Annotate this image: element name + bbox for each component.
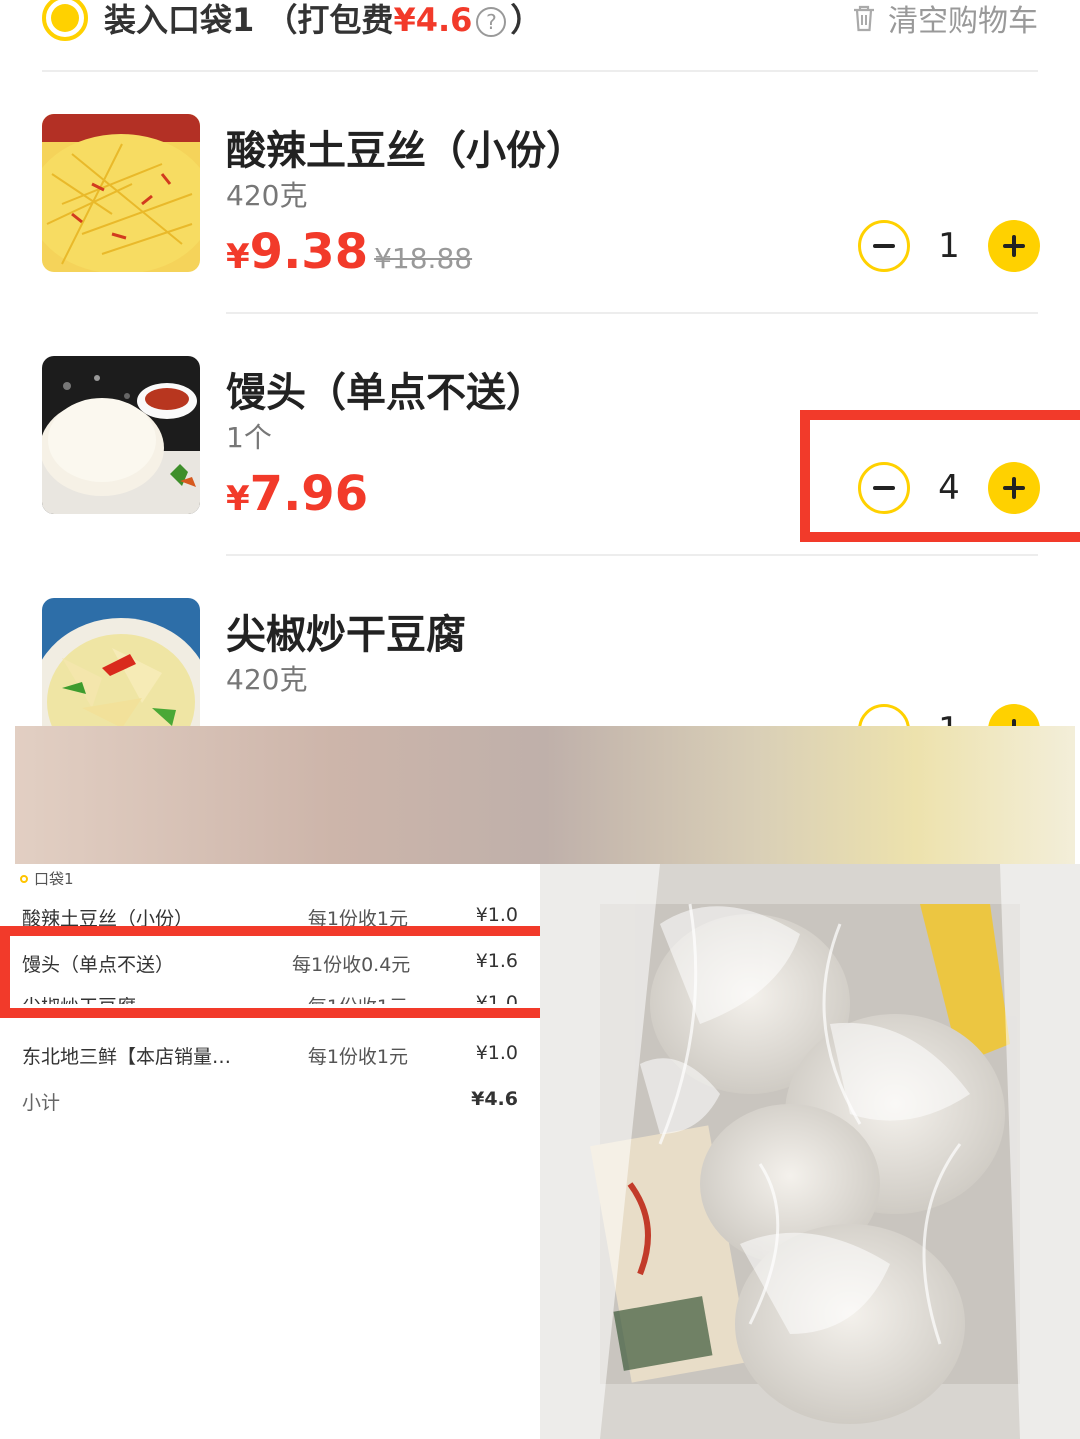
- blurred-region: [15, 726, 1075, 864]
- receipt-bag-name: 口袋1: [34, 870, 74, 888]
- bag-photo: [540, 864, 1080, 1439]
- receipt-row: 东北地三鲜【本店销量… 每1份收1元 ¥1.0: [22, 1042, 518, 1072]
- minus-icon[interactable]: [858, 220, 910, 272]
- divider: [226, 554, 1038, 556]
- item-name: 尖椒炒干豆腐: [226, 612, 466, 658]
- item-original-price: ¥18.88: [374, 242, 473, 275]
- receipt-item-name: 东北地三鲜【本店销量…: [22, 1046, 232, 1068]
- receipt-item-amount: ¥1.0: [475, 904, 518, 926]
- subtotal-label: 小计: [22, 1092, 61, 1114]
- item-price: 9.38: [249, 224, 369, 280]
- bag-header: 装入口袋1 （打包费¥4.6?） 清空购物车: [42, 0, 1038, 54]
- packing-fee: ¥4.6: [393, 1, 473, 39]
- item-image: [42, 114, 200, 272]
- quantity-stepper: 1: [858, 220, 1040, 272]
- item-spec: 420克: [226, 179, 308, 212]
- bag-title: 装入口袋1 （打包费¥4.6?）: [104, 0, 542, 41]
- receipt-subtotal-row: 小计 ¥4.6: [22, 1088, 518, 1118]
- bag-label: 装入口袋1: [104, 1, 255, 39]
- highlight-box: [800, 410, 1080, 542]
- quantity-stepper: 1: [858, 704, 1040, 726]
- receipt-item-fee: 每1份收1元: [307, 1046, 408, 1068]
- item-price: 7.96: [249, 466, 369, 522]
- clear-cart-button[interactable]: 清空购物车: [852, 0, 1038, 54]
- minus-icon[interactable]: [858, 704, 910, 726]
- plus-icon[interactable]: [988, 704, 1040, 726]
- item-image: [42, 356, 200, 514]
- radio-dot: [51, 4, 79, 32]
- fee-prefix: （打包费: [265, 1, 394, 39]
- cart-panel: 装入口袋1 （打包费¥4.6?） 清空购物车 酸辣土豆丝（小份） 420克 ¥ …: [0, 0, 1080, 726]
- currency-symbol: ¥: [226, 479, 250, 519]
- item-spec: 1个: [226, 421, 272, 454]
- item-price-row: ¥ 9.38 ¥18.88: [226, 224, 472, 280]
- fee-suffix: ）: [510, 1, 543, 39]
- currency-symbol: ¥: [226, 237, 250, 277]
- cart-item: 酸辣土豆丝（小份） 420克 ¥ 9.38 ¥18.88 1: [0, 114, 1080, 354]
- divider: [226, 312, 1038, 314]
- plus-icon[interactable]: [988, 220, 1040, 272]
- item-quantity: 1: [910, 710, 988, 726]
- item-spec: 420克: [226, 663, 308, 696]
- item-name: 酸辣土豆丝（小份）: [226, 128, 586, 174]
- item-price-row: ¥ 7.96: [226, 466, 374, 522]
- highlight-box: [0, 926, 558, 1018]
- cart-item: 尖椒炒干豆腐 420克 1: [0, 598, 1080, 726]
- receipt-bag-label: 口袋1: [20, 868, 74, 889]
- bag-select-radio[interactable]: [42, 0, 88, 41]
- subtotal-value: ¥4.6: [471, 1088, 518, 1110]
- clear-cart-label: 清空购物车: [888, 4, 1038, 39]
- item-name: 馒头（单点不送）: [226, 370, 546, 416]
- receipt-item-amount: ¥1.0: [475, 1042, 518, 1064]
- bag-ring-icon: [20, 874, 28, 883]
- item-image: [42, 598, 200, 726]
- help-icon[interactable]: ?: [476, 7, 507, 37]
- item-quantity: 1: [938, 226, 960, 266]
- divider: [42, 70, 1038, 72]
- trash-icon: [852, 4, 876, 32]
